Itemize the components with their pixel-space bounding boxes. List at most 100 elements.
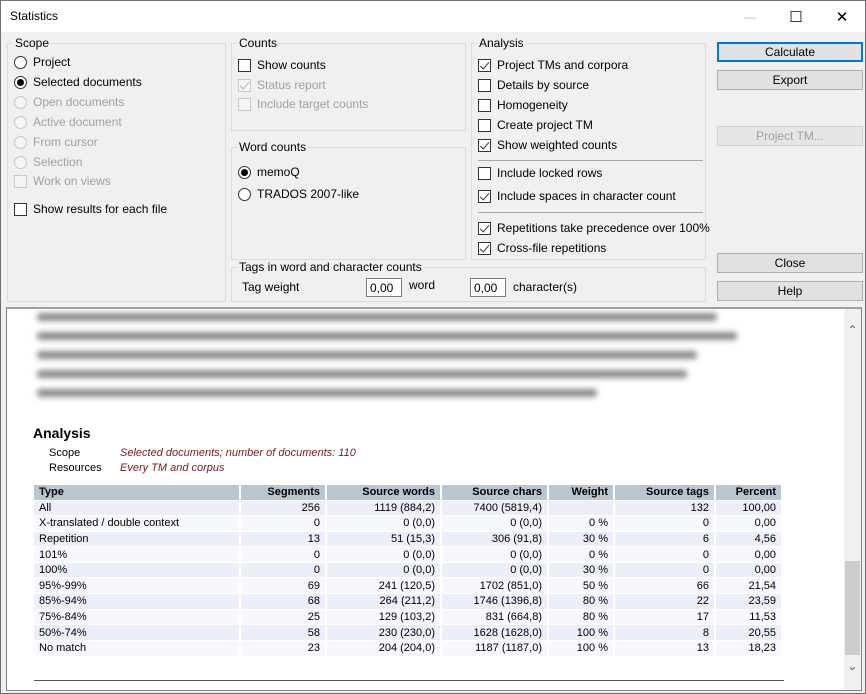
include-locked-rows-checkbox[interactable]: Include locked rows: [478, 165, 602, 181]
table-cell: 0 %: [548, 515, 615, 532]
calculate-button[interactable]: Calculate: [717, 42, 863, 62]
table-cell: 0,00: [715, 561, 783, 578]
show-weighted-counts-checkbox[interactable]: Show weighted counts: [478, 137, 617, 153]
checkbox-indicator: [478, 118, 491, 132]
table-cell: 22: [614, 593, 716, 610]
radio-indicator: [14, 155, 27, 169]
table-cell: 0 (0,0): [441, 515, 549, 532]
table-row: X-translated / double context 0 0 (0,0) 0 (…: [34, 515, 783, 532]
checkbox-indicator: [478, 98, 491, 112]
table-cell: 75%-84%: [34, 608, 241, 625]
project-tms-checkbox[interactable]: Project TMs and corpora: [478, 57, 628, 73]
close-button[interactable]: Close: [717, 253, 863, 273]
checkbox-indicator: [238, 97, 251, 111]
scope-legend: Scope: [15, 36, 50, 50]
table-cell: 0: [240, 546, 327, 563]
table-cell: 0 (0,0): [326, 546, 442, 563]
show-results-each-file-checkbox[interactable]: Show results for each file: [14, 201, 167, 217]
table-cell: 0: [240, 561, 327, 578]
word-unit-label: word: [409, 278, 436, 292]
analysis-heading: Analysis: [33, 425, 91, 441]
table-row: 85%-94% 68 264 (211,2) 1746 (1396,8) 80 % 22 2…: [34, 593, 783, 610]
checkbox-indicator: [14, 202, 27, 216]
table-cell: 0 (0,0): [326, 515, 442, 532]
table-cell: 0: [240, 515, 327, 532]
table-cell: 8: [614, 624, 716, 641]
table-cell: 306 (91,8): [441, 530, 549, 547]
include-spaces-checkbox[interactable]: Include spaces in character count: [478, 188, 676, 204]
memoq-radio[interactable]: memoQ: [238, 164, 300, 180]
table-cell: 1702 (851,0): [441, 577, 549, 594]
table-cell: 50 %: [548, 577, 615, 594]
trados-radio[interactable]: TRADOS 2007-like: [238, 186, 359, 202]
table-cell: 1628 (1628,0): [441, 624, 549, 641]
table-cell: 17: [614, 608, 716, 625]
table-cell: 132: [614, 499, 716, 516]
scope-project-radio[interactable]: Project: [14, 54, 70, 70]
table-row: Repetition 13 51 (15,3) 306 (91,8) 30 % 6 4,56: [34, 530, 783, 547]
scroll-down-icon[interactable]: ⌄: [844, 659, 861, 673]
table-cell: Repetition: [34, 530, 241, 547]
table-cell: 256: [240, 499, 327, 516]
include-target-counts-checkbox: Include target counts: [238, 96, 368, 112]
tags-legend: Tags in word and character counts: [239, 260, 422, 274]
details-by-source-checkbox[interactable]: Details by source: [478, 77, 589, 93]
scope-selection-radio: Selection: [14, 154, 82, 170]
scope-value: Selected documents; number of documents:…: [120, 447, 356, 459]
table-cell: 100 %: [548, 639, 615, 656]
table-cell: X-translated / double context: [34, 515, 241, 532]
table-cell: 0 (0,0): [441, 546, 549, 563]
table-cell: All: [34, 499, 241, 516]
table-row: 95%-99% 69 241 (120,5) 1702 (851,0) 50 % 66 21…: [34, 577, 783, 594]
checkbox-indicator: [238, 78, 251, 92]
checkbox-indicator: [478, 189, 491, 203]
table-cell: 80 %: [548, 608, 615, 625]
col-source-words: Source words: [326, 485, 442, 500]
title-bar: Statistics — ☐ ✕: [1, 1, 865, 32]
tag-weight-char-input[interactable]: [470, 278, 506, 297]
table-cell: 23,59: [715, 593, 783, 610]
table-row: No match 23 204 (204,0) 1187 (1187,0) 100 % 1…: [34, 639, 783, 656]
tag-weight-word-input[interactable]: [366, 278, 402, 297]
table-cell: 1119 (884,2): [326, 499, 442, 516]
export-button[interactable]: Export: [717, 70, 863, 90]
table-row: All 256 1119 (884,2) 7400 (5819,4) 132 100,00: [34, 499, 783, 516]
scope-selected-documents-radio[interactable]: Selected documents: [14, 74, 142, 90]
cross-file-repetitions-checkbox[interactable]: Cross-file repetitions: [478, 240, 606, 256]
table-cell: 230 (230,0): [326, 624, 442, 641]
radio-indicator: [14, 115, 27, 129]
scroll-up-icon[interactable]: ⌃: [844, 323, 861, 337]
table-cell: 95%-99%: [34, 577, 241, 594]
scope-key: Scope: [49, 447, 81, 459]
maximize-button[interactable]: ☐: [773, 1, 819, 32]
repetitions-precedence-checkbox[interactable]: Repetitions take precedence over 100%: [478, 220, 710, 236]
radio-indicator: [14, 135, 27, 149]
report-view: Analysis Scope Selected documents; numbe…: [6, 307, 862, 691]
col-source-tags: Source tags: [614, 485, 716, 500]
checkbox-indicator: [478, 221, 491, 235]
vertical-scrollbar[interactable]: ⌃ ⌄: [844, 309, 861, 690]
help-button[interactable]: Help: [717, 281, 863, 301]
col-percent: Percent: [715, 485, 783, 500]
close-window-button[interactable]: ✕: [819, 1, 865, 32]
table-cell: 100%: [34, 561, 241, 578]
create-project-tm-checkbox[interactable]: Create project TM: [478, 117, 593, 133]
table-header-row: Type Segments Source words Source chars …: [34, 485, 783, 500]
checkbox-indicator: [478, 166, 491, 180]
work-on-views-checkbox: Work on views: [14, 173, 111, 189]
status-report-checkbox: Status report: [238, 77, 326, 93]
table-cell: 831 (664,8): [441, 608, 549, 625]
table-cell: 0,00: [715, 546, 783, 563]
homogeneity-checkbox[interactable]: Homogeneity: [478, 97, 568, 113]
analysis-table: Type Segments Source words Source chars …: [34, 485, 783, 656]
table-cell: 100,00: [715, 499, 783, 516]
table-cell: No match: [34, 639, 241, 656]
analysis-legend: Analysis: [479, 36, 524, 50]
separator: [478, 160, 703, 161]
statistics-dialog: Statistics — ☐ ✕ Scope Project Selected …: [0, 0, 866, 694]
show-counts-checkbox[interactable]: Show counts: [238, 57, 326, 73]
checkbox-indicator: [14, 174, 27, 188]
scroll-thumb[interactable]: [845, 561, 860, 655]
resources-key: Resources: [49, 462, 102, 474]
radio-indicator: [14, 95, 27, 109]
